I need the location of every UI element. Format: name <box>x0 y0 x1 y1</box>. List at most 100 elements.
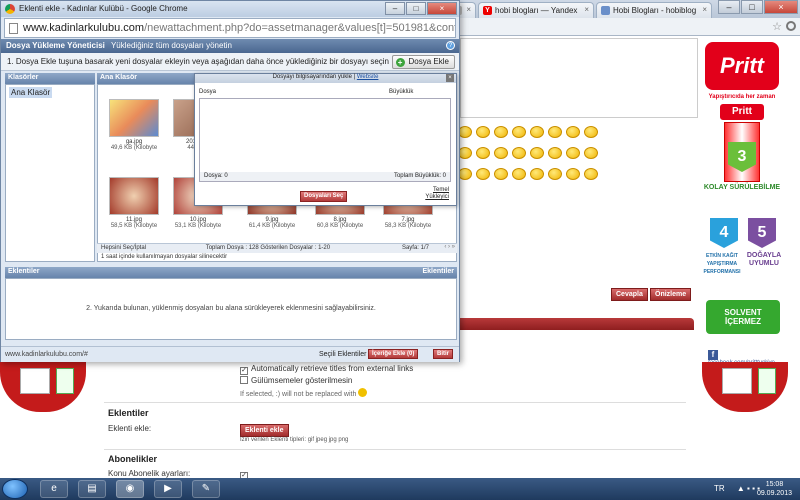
language-indicator[interactable]: TR <box>714 484 725 493</box>
smiley-icon[interactable] <box>476 168 490 180</box>
checkbox-checked-icon[interactable]: ✓ <box>240 367 248 375</box>
smiley-icon[interactable] <box>530 168 544 180</box>
add-attachment-button[interactable]: Eklenti ekle <box>240 424 289 437</box>
smiley-icon[interactable] <box>512 168 526 180</box>
smiley-icon[interactable] <box>584 126 598 138</box>
option-disable-smilies[interactable]: Gülümsemeler gösterilmesin <box>240 376 352 385</box>
smiley-icon[interactable] <box>476 147 490 159</box>
manager-instructions: 1. Dosya Ekle tuşuna basarak yeni dosyal… <box>1 53 459 71</box>
insert-into-content-button[interactable]: İçeriğe Ekle (0) <box>368 349 419 359</box>
ie-icon[interactable]: e <box>40 480 68 498</box>
smiley-icon[interactable] <box>548 126 562 138</box>
ad-feature-easy: KOLAY SÜRÜLEBİLME <box>703 184 781 191</box>
pritt-advertisement[interactable]: Pritt Yapıştırıcıda her zaman Pritt 3 KO… <box>700 38 784 368</box>
popup-url-bar[interactable]: www.kadinlarkulubu.com/newattachment.php… <box>4 18 456 38</box>
smiley-icon[interactable] <box>494 147 508 159</box>
smiley-icon[interactable] <box>584 147 598 159</box>
smiley-icon[interactable] <box>548 147 562 159</box>
column-size: Büyüklük <box>389 89 414 95</box>
promo-card <box>20 368 50 394</box>
manager-title: Dosya Yükleme Yöneticisi <box>6 41 105 50</box>
facebook-link[interactable]: ffacebook.com/prittturkiye <box>708 350 780 366</box>
folder-item-main[interactable]: Ana Klasör <box>9 87 53 98</box>
url-path: /newattachment.php?do=assetmanager&value… <box>144 22 456 34</box>
clock[interactable]: 15:08 09.09.2013 <box>757 480 792 498</box>
close-window-button[interactable]: × <box>764 0 798 14</box>
media-player-icon[interactable]: ▶ <box>154 480 182 498</box>
smiley-icon[interactable] <box>566 147 580 159</box>
upload-title-text: Dosyayı bilgisayarından yükle <box>272 74 352 80</box>
close-icon[interactable]: × <box>446 74 454 82</box>
total-size: Toplam Büyüklük: 0 <box>393 173 446 179</box>
add-file-label: Dosya Ekle <box>408 57 449 66</box>
smiley-icon[interactable] <box>494 168 508 180</box>
smilies-note: If selected, :) will not be replaced wit… <box>240 388 368 398</box>
thumbnail-image <box>109 177 159 215</box>
close-window-button[interactable]: × <box>427 2 457 15</box>
folder-icon[interactable]: ▤ <box>78 480 106 498</box>
smiley-icon[interactable] <box>458 147 472 159</box>
browser-address-bar: ☆ <box>460 18 800 36</box>
upload-file-list[interactable] <box>199 98 451 178</box>
file-size: 58,5 KB (Kilobyte <box>110 223 158 229</box>
select-files-button[interactable]: Dosyaları Seç <box>300 191 348 202</box>
file-thumbnail[interactable]: ga.jpg 49,6 KB (Kilobyte <box>106 99 162 151</box>
minimize-button[interactable]: – <box>718 0 740 14</box>
tab-hobi-bloglari[interactable]: Hobi Blogları - hobiblog × <box>596 2 712 18</box>
smiley-icon[interactable] <box>512 126 526 138</box>
promo-badge <box>758 368 776 394</box>
tab-label: Hobi Blogları - hobiblog <box>613 6 697 15</box>
start-button[interactable] <box>2 479 28 499</box>
file-size: 53,1 KB (Kilobyte <box>174 223 222 229</box>
select-all-toggle[interactable]: Hepsini Seç/İptal <box>101 245 146 251</box>
preview-button[interactable]: Önizleme <box>650 288 692 301</box>
paint-icon[interactable]: ✎ <box>192 480 220 498</box>
badge-5: 5 <box>748 218 776 248</box>
tab-yandex[interactable]: Y hobi blogları — Yandex × <box>478 2 594 18</box>
smiley-icon[interactable] <box>566 126 580 138</box>
smiley-icon[interactable] <box>458 126 472 138</box>
close-tab-icon[interactable]: × <box>702 5 707 14</box>
option-auto-titles[interactable]: ✓ Automatically retrieve titles from exte… <box>240 364 413 375</box>
clock-date: 09.09.2013 <box>756 490 792 497</box>
bookmark-star-icon[interactable]: ☆ <box>772 20 782 33</box>
close-tab-icon[interactable]: × <box>466 5 471 14</box>
basic-uploader-link[interactable]: Temel Yükleyici <box>425 187 449 201</box>
smiley-icon[interactable] <box>494 126 508 138</box>
windows-taskbar: e ▤ ◉ ▶ ✎ TR ▲ ▪ ▪ ▪ 15:08 09.09.2013 <box>0 478 800 500</box>
pagination-arrows-icon[interactable]: ‹ › » <box>444 244 455 250</box>
smiley-icon[interactable] <box>476 126 490 138</box>
add-file-button[interactable]: + Dosya Ekle <box>391 55 455 69</box>
smiley-icon[interactable] <box>530 126 544 138</box>
page-icon <box>9 23 18 34</box>
smiley-icon[interactable] <box>512 147 526 159</box>
folders-header: Klasörler <box>5 73 95 84</box>
smiley-icon[interactable] <box>548 168 562 180</box>
maximize-button[interactable]: □ <box>741 0 763 14</box>
attachment-popup-window: Eklenti ekle - Kadınlar Kulübü - Google … <box>0 0 460 362</box>
close-tab-icon[interactable]: × <box>584 5 589 14</box>
ad-feature-nature: DOĞAYLA UYUMLU <box>746 252 782 267</box>
chrome-taskbar-icon[interactable]: ◉ <box>116 480 144 498</box>
smiley-icon[interactable] <box>566 168 580 180</box>
message-editor[interactable] <box>460 38 698 118</box>
help-icon[interactable]: ? <box>446 41 455 50</box>
settings-icon[interactable] <box>786 21 796 31</box>
files-footer: Hepsini Seç/İptal Toplam Dosya : 128 Gös… <box>97 243 457 253</box>
smiley-icon[interactable] <box>458 168 472 180</box>
file-size: 58,3 KB (Kilobyte <box>384 223 432 229</box>
column-file: Dosya <box>199 89 217 95</box>
reply-button[interactable]: Cevapla <box>611 288 648 301</box>
chrome-icon <box>5 4 15 14</box>
maximize-button[interactable]: □ <box>406 2 426 15</box>
smiley-icon[interactable] <box>584 168 598 180</box>
smiley-icon[interactable] <box>530 147 544 159</box>
popup-title-bar[interactable]: Eklenti ekle - Kadınlar Kulübü - Google … <box>1 1 459 17</box>
website-link[interactable]: Website <box>357 74 379 80</box>
finish-button[interactable]: Bitir <box>433 349 453 359</box>
attachments-drop-zone[interactable]: 2. Yukarıda bulunan, yüklenmiş dosyaları… <box>5 278 457 340</box>
file-thumbnail[interactable]: 11.jpg 58,5 KB (Kilobyte <box>106 177 162 229</box>
thumbnail-image <box>109 99 159 137</box>
checkbox-icon[interactable] <box>240 376 248 384</box>
minimize-button[interactable]: – <box>385 2 405 15</box>
